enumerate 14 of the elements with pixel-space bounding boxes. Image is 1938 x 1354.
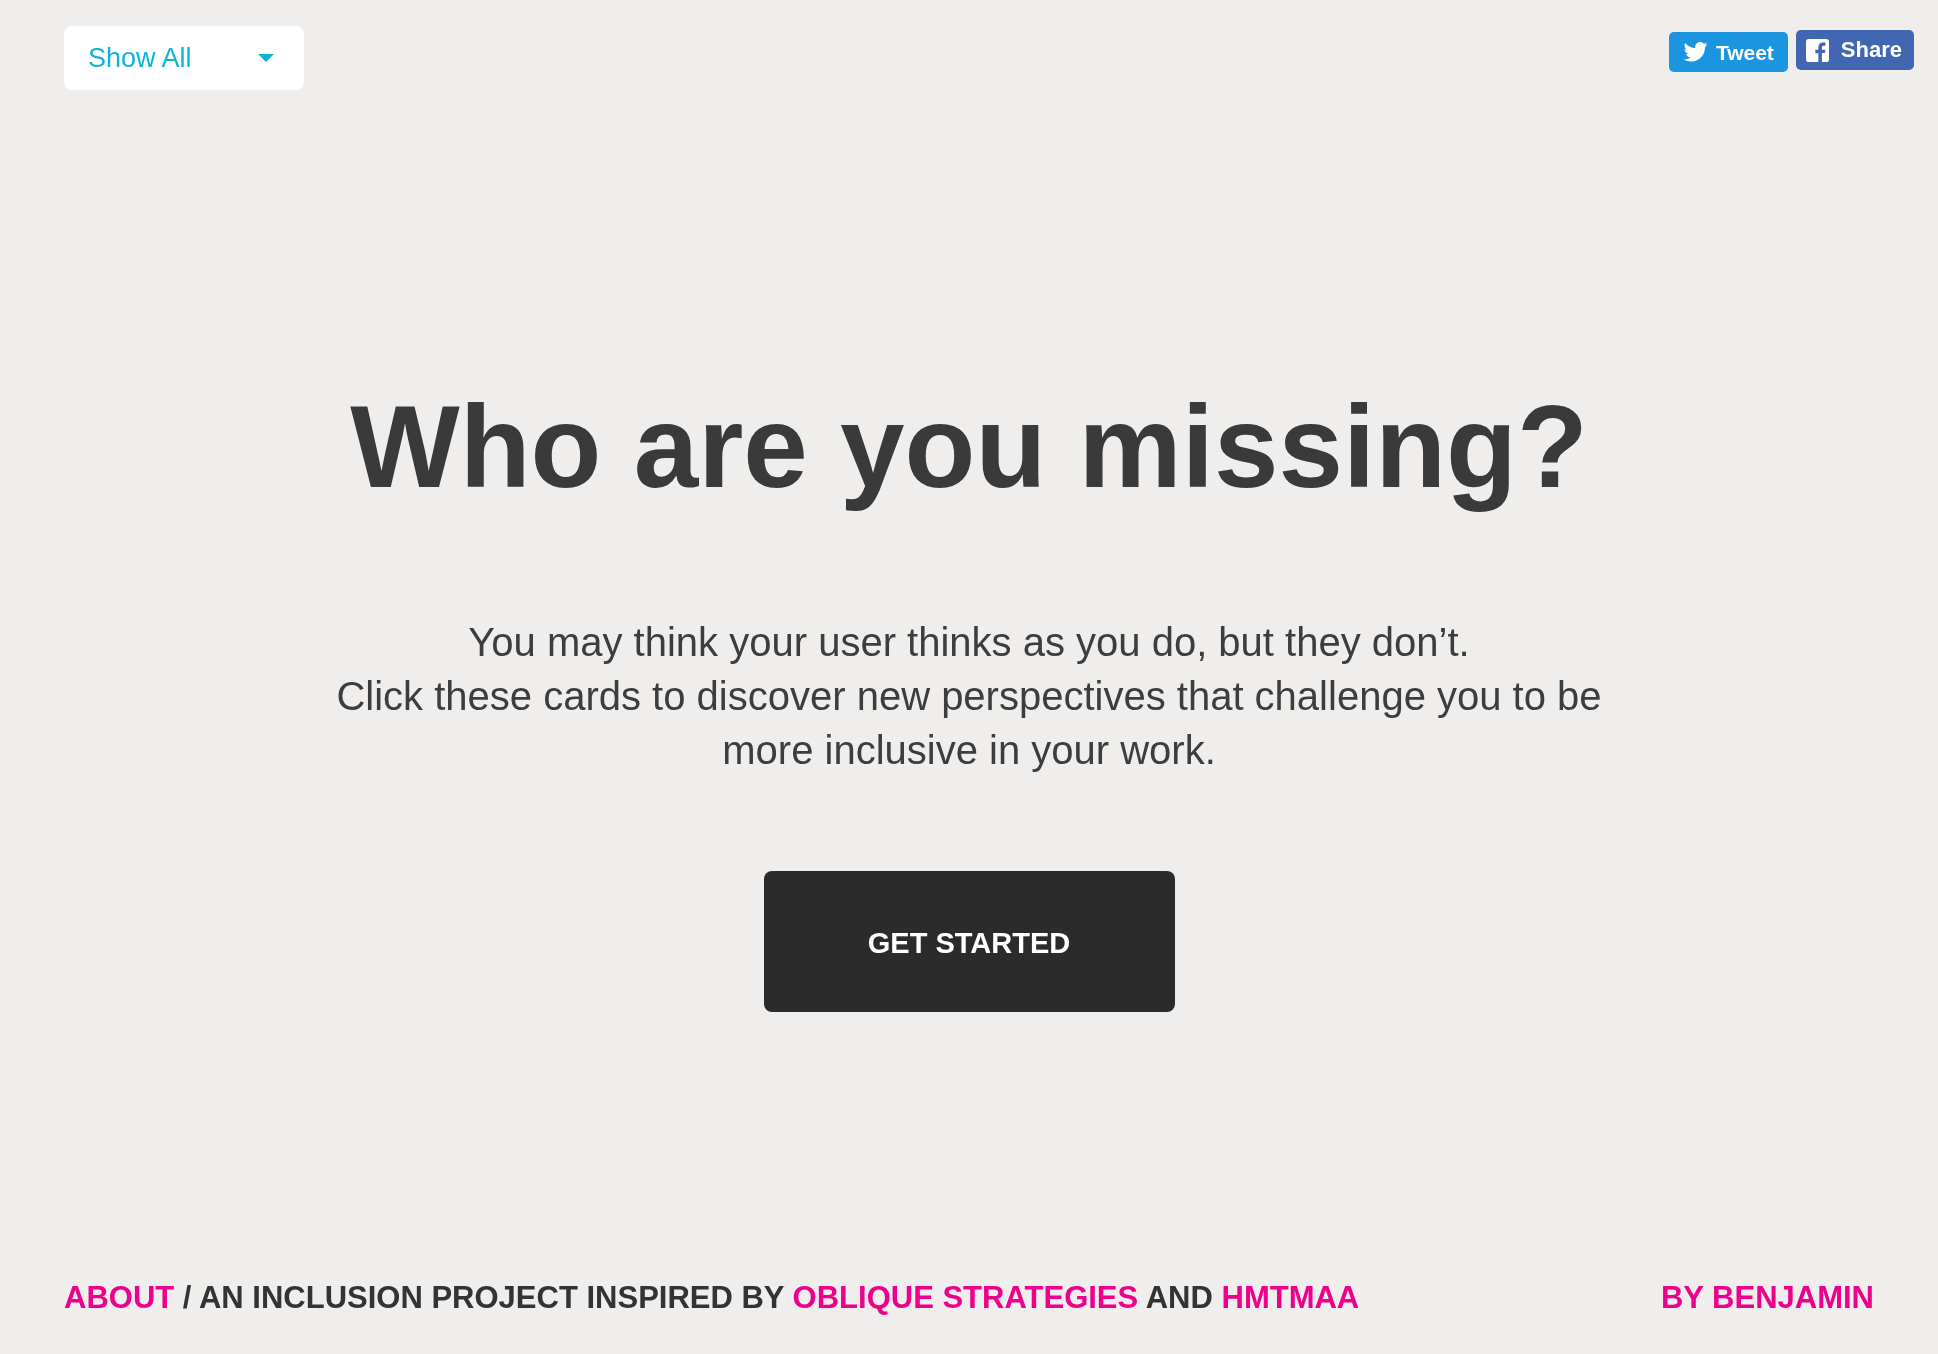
page-title: Who are you missing? — [349, 381, 1589, 514]
letter-f-icon — [1805, 38, 1829, 62]
footer-credits: ABOUT / AN INCLUSION PROJECT INSPIRED BY OBLIQUE STRATEGIES AND HMTMAA — [64, 1280, 1360, 1316]
tweet-button[interactable]: Tweet — [1668, 32, 1788, 72]
caret-icon — [258, 54, 274, 62]
share-button[interactable]: Share — [1795, 30, 1914, 70]
filter-dropdown[interactable]: Show All — [64, 26, 304, 90]
author-link[interactable]: BY BENJAMIN — [1660, 1280, 1874, 1316]
get-started-button[interactable]: GET STARTED — [763, 871, 1175, 1012]
footer-link[interactable]: HMTMAA — [1221, 1280, 1360, 1315]
bird-icon — [1682, 42, 1708, 62]
intro-paragraph: You may think your user thinks as you do, but they don’t. Click these cards to discover new perspectives that challenge you to be more inclusive in your work. — [335, 619, 1603, 774]
footer-link[interactable]: OBLIQUE STRATEGIES — [792, 1280, 1139, 1315]
footer-link[interactable]: ABOUT — [64, 1280, 175, 1315]
